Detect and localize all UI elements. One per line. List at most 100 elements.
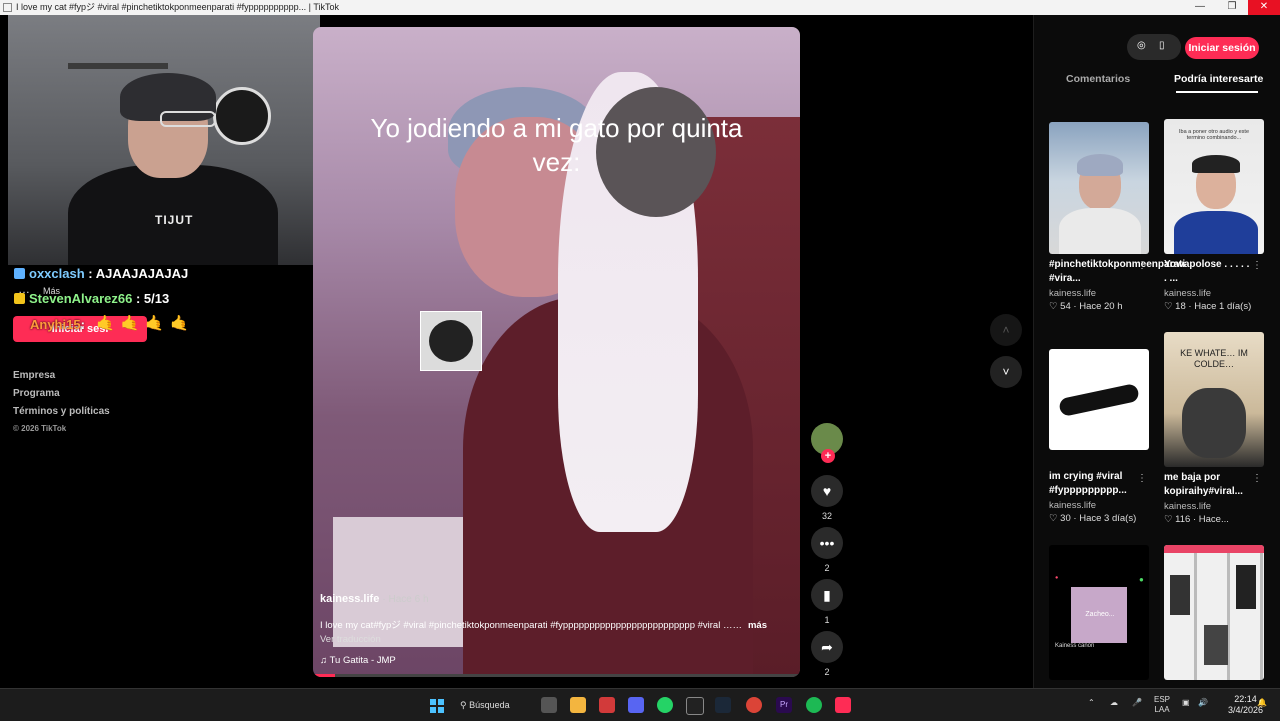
video-time: Hace 6 h bbox=[388, 594, 429, 605]
premiere-icon[interactable]: Pr bbox=[776, 697, 792, 713]
tiktok-icon[interactable] bbox=[835, 697, 851, 713]
tab-underline bbox=[1176, 91, 1258, 93]
recommended-video-card[interactable]: ⋮ #pinchetiktokponmeenparati #vira... ka… bbox=[1049, 122, 1186, 312]
close-button[interactable]: ✕ bbox=[1248, 0, 1280, 15]
video-player[interactable]: Yo jodiendo a mi gato por quinta vez: ka… bbox=[313, 27, 800, 677]
copyright: © 2026 TikTok bbox=[13, 424, 67, 433]
video-caption: Yo jodiendo a mi gato por quinta vez: bbox=[370, 113, 743, 177]
save-button[interactable]: ▮ bbox=[811, 579, 843, 611]
shirt-text: TIJUT bbox=[155, 213, 194, 227]
video-author[interactable]: kainess.life bbox=[320, 593, 379, 605]
like-count: 32 bbox=[821, 511, 832, 521]
notification-bell-icon[interactable]: 🔔 bbox=[1257, 698, 1267, 707]
volume-icon[interactable]: 🔊 bbox=[1198, 698, 1208, 707]
more-options-icon[interactable]: ⋮ bbox=[1252, 473, 1262, 484]
steam-icon[interactable] bbox=[715, 697, 731, 713]
recommended-video-card[interactable]: KE WHATE… IM COLDE… ⋮ me baja por kopira… bbox=[1164, 332, 1266, 525]
save-count: 1 bbox=[824, 615, 830, 625]
next-video-button[interactable]: ˅ bbox=[990, 356, 1022, 388]
card-author[interactable]: kainess.life bbox=[1164, 288, 1266, 299]
recommended-video-card[interactable]: ● ● Zacheo... Kainess canon bbox=[1049, 545, 1151, 680]
card-author[interactable]: kainess.life bbox=[1164, 501, 1266, 512]
card-title: Yowapolose . . . . . . ... bbox=[1164, 259, 1250, 284]
more-options-icon[interactable]: ⋮ bbox=[1137, 260, 1147, 271]
restore-button[interactable]: ❐ bbox=[1216, 0, 1248, 15]
tab-comments[interactable]: Comentarios bbox=[1066, 73, 1130, 85]
like-button[interactable]: ♥ bbox=[811, 475, 843, 507]
recommended-video-card[interactable] bbox=[1164, 545, 1266, 680]
video-thumbnail[interactable]: Iba a poner otro audio y este termino co… bbox=[1164, 119, 1264, 254]
heart-outline-icon: ♡ bbox=[1164, 301, 1173, 312]
window-titlebar: I love my cat #fypジ #viral #pinchetiktok… bbox=[0, 0, 1280, 15]
compass-icon[interactable]: ◎ bbox=[1137, 40, 1146, 51]
taskbar-search[interactable]: ⚲ Búsqueda bbox=[460, 695, 532, 715]
network-icon[interactable]: ▣ bbox=[1182, 698, 1190, 707]
music-note-icon: ♫ bbox=[320, 655, 328, 666]
card-author[interactable]: kainess.life bbox=[1049, 288, 1151, 299]
heart-icon: ♥ bbox=[822, 483, 832, 499]
comment-button[interactable]: ••• bbox=[811, 527, 843, 559]
more-button[interactable]: más bbox=[748, 620, 767, 631]
heart-outline-icon: ♡ bbox=[1049, 513, 1058, 524]
cloud-icon[interactable]: ☁ bbox=[1110, 698, 1118, 707]
language-indicator[interactable]: ESP LAA bbox=[1154, 695, 1170, 715]
chevron-up-icon: ˄ bbox=[1002, 323, 1010, 337]
video-thumbnail[interactable] bbox=[1164, 545, 1264, 680]
chat-message: StevenAlvarez66 : 5/13 bbox=[14, 291, 169, 306]
heart-outline-icon: ♡ bbox=[1164, 514, 1173, 525]
follow-button[interactable]: + bbox=[821, 449, 835, 463]
video-thumbnail[interactable]: ● ● Zacheo... Kainess canon bbox=[1049, 545, 1149, 680]
minimize-button[interactable]: — bbox=[1184, 0, 1216, 15]
comment-icon: ••• bbox=[819, 535, 835, 551]
chrome-icon[interactable] bbox=[746, 697, 762, 713]
video-thumbnail[interactable]: KE WHATE… IM COLDE… bbox=[1164, 332, 1264, 467]
start-button[interactable] bbox=[430, 699, 444, 713]
footer-link-company[interactable]: Empresa bbox=[13, 370, 110, 388]
translate-link[interactable]: Ver traducción bbox=[320, 634, 381, 645]
card-title: #pinchetiktokponmeenparati #vira... bbox=[1049, 259, 1186, 284]
tab-recommended[interactable]: Podría interesarte bbox=[1174, 73, 1263, 85]
spotify-icon[interactable] bbox=[806, 697, 822, 713]
microphone-icon[interactable]: 🎤 bbox=[1132, 698, 1142, 707]
discord-icon[interactable] bbox=[628, 697, 644, 713]
more-options-icon[interactable]: ⋮ bbox=[1252, 260, 1262, 271]
previous-video-button[interactable]: ˄ bbox=[990, 314, 1022, 346]
search-icon: ⚲ bbox=[460, 700, 467, 710]
comment-count: 2 bbox=[824, 563, 830, 573]
video-thumbnail[interactable] bbox=[1049, 122, 1149, 254]
taskbar: ⚲ Búsqueda Pr ⌃ ☁ 🎤 ESP LAA ▣ 🔊 22:14 3/4/… bbox=[0, 688, 1280, 721]
video-progress-bar[interactable] bbox=[313, 674, 800, 677]
more-options-icon[interactable]: ⋮ bbox=[1137, 473, 1147, 484]
card-title: im crying #viral #fyppppppppp... bbox=[1049, 471, 1127, 496]
footer-link-terms[interactable]: Términos y políticas bbox=[13, 406, 110, 424]
recommended-video-card[interactable]: ⋮ im crying #viral #fyppppppppp... kaine… bbox=[1049, 349, 1151, 524]
card-author[interactable]: kainess.life bbox=[1049, 500, 1151, 511]
chat-message: Anyhi15: bbox=[30, 317, 85, 332]
login-button[interactable]: Iniciar sesión bbox=[1185, 37, 1259, 59]
app-icon-browser-dev[interactable] bbox=[541, 697, 557, 713]
app-icon-red[interactable] bbox=[599, 697, 615, 713]
video-description: I love my cat#fypジ #viral #pinchetiktokp… bbox=[320, 620, 767, 631]
video-meta: kainess.life · Hace 6 h bbox=[320, 593, 429, 605]
file-explorer-icon[interactable] bbox=[570, 697, 586, 713]
share-count: 2 bbox=[824, 667, 830, 677]
card-stats: ♡ 30 · Hace 3 día(s) bbox=[1049, 513, 1137, 524]
recommended-video-card[interactable]: Iba a poner otro audio y este termino co… bbox=[1164, 119, 1266, 312]
heart-outline-icon: ♡ bbox=[1049, 301, 1058, 312]
share-button[interactable]: ➦ bbox=[811, 631, 843, 663]
epic-games-icon[interactable] bbox=[686, 697, 704, 715]
card-stats: ♡ 54 · Hace 20 h bbox=[1049, 301, 1123, 312]
card-stats: ♡ 116 · Hace... bbox=[1164, 514, 1229, 525]
chat-message: oxxclash : AJAAJAJAJAJ bbox=[14, 266, 188, 281]
prize-wheel bbox=[213, 87, 271, 145]
tray-chevron-icon[interactable]: ⌃ bbox=[1088, 698, 1095, 707]
card-stats: ♡ 18 · Hace 1 día(s) bbox=[1164, 301, 1252, 312]
streamer-webcam-overlay: TIJUT bbox=[8, 15, 320, 265]
footer-link-program[interactable]: Programa bbox=[13, 388, 110, 406]
video-thumbnail[interactable] bbox=[1049, 349, 1149, 450]
whatsapp-icon[interactable] bbox=[657, 697, 673, 713]
video-sticker bbox=[420, 311, 482, 371]
phone-icon[interactable]: ▯ bbox=[1159, 40, 1165, 51]
top-icons-group: ◎ ▯ bbox=[1127, 34, 1181, 60]
music-info[interactable]: ♫ Tu Gatita - JMP bbox=[320, 655, 396, 666]
